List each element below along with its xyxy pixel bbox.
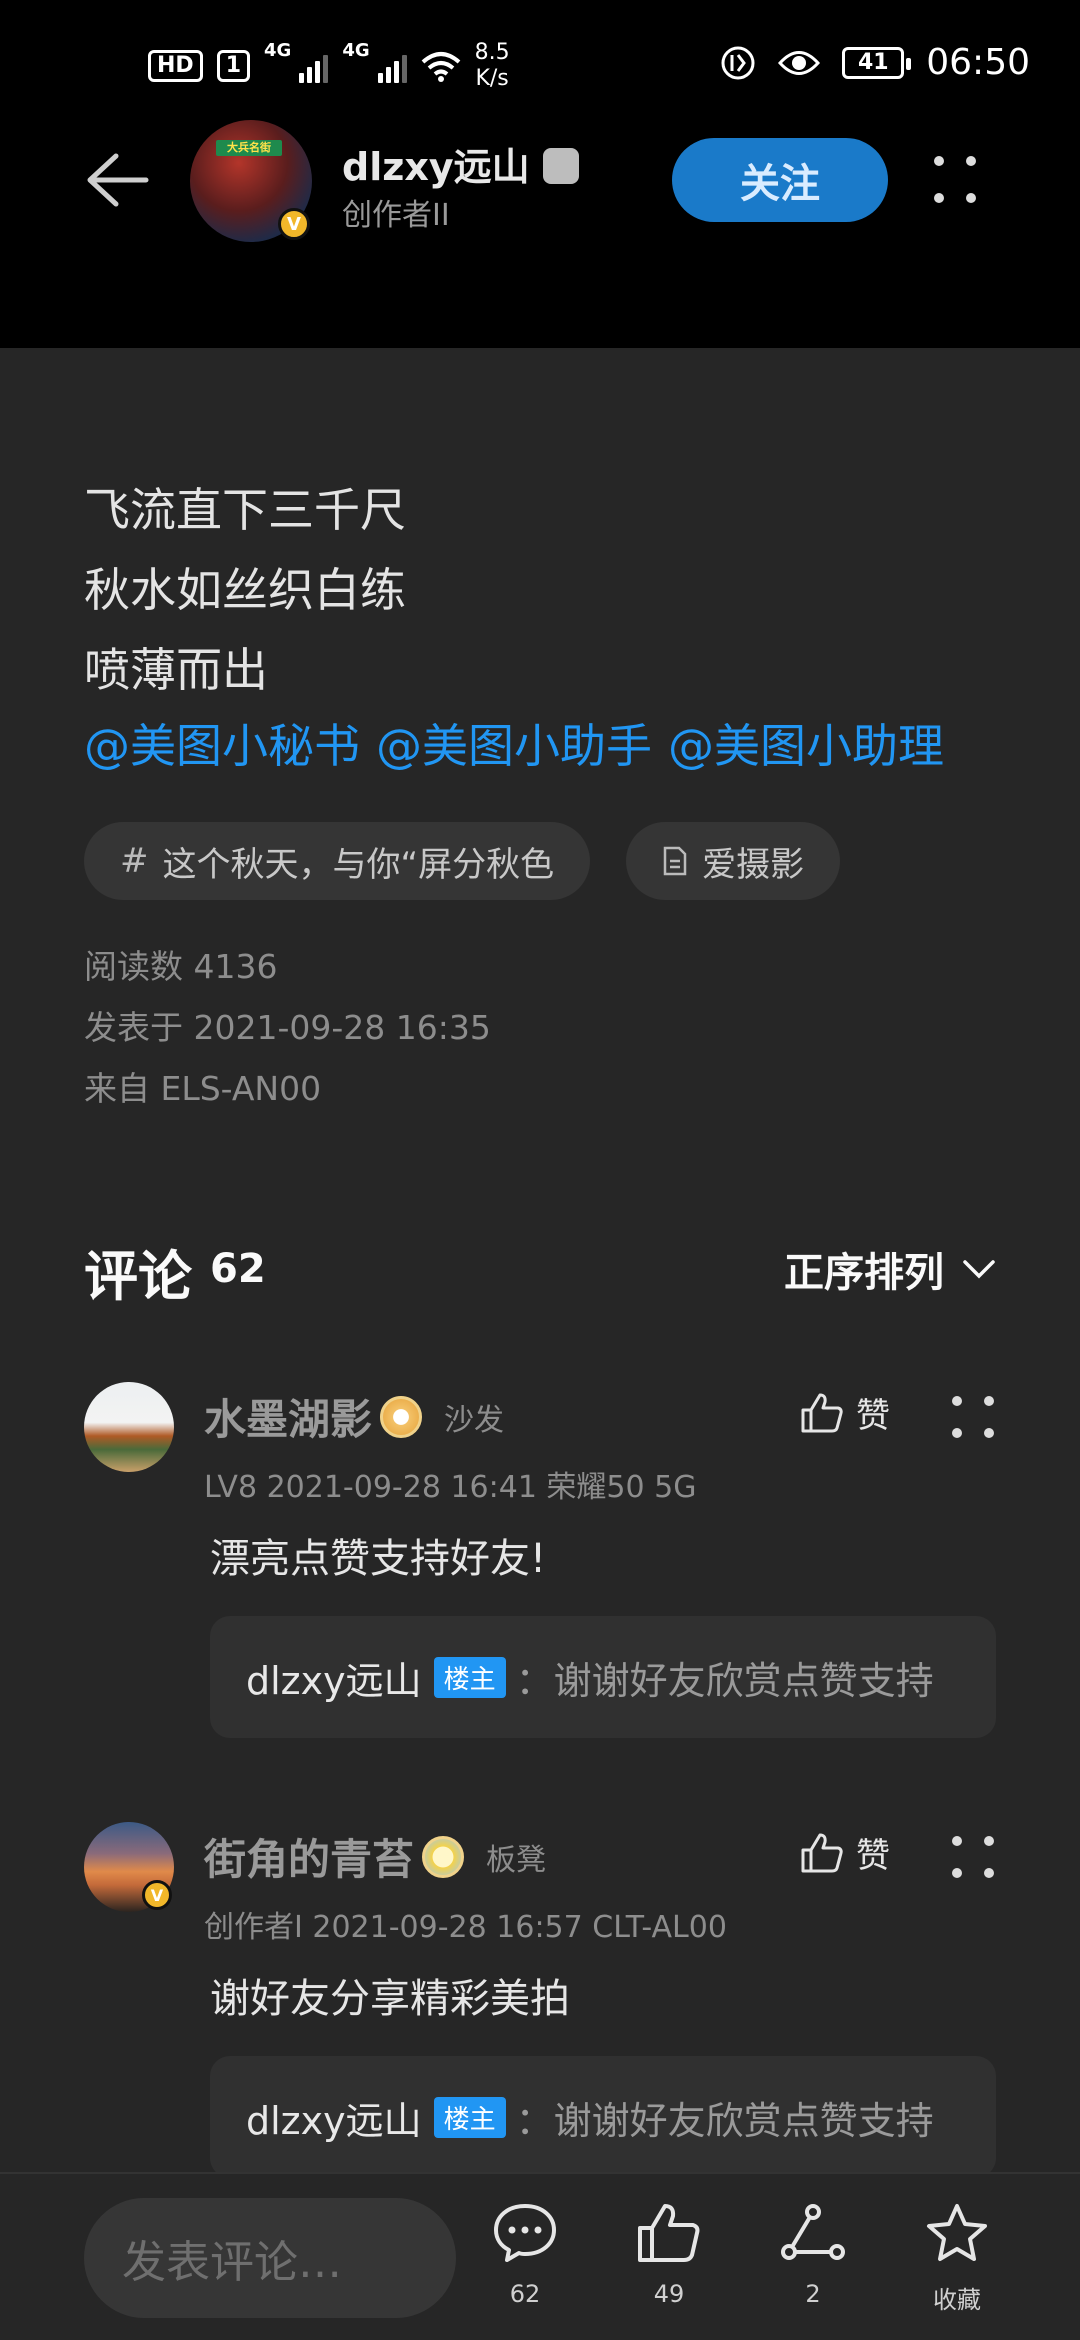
topic-tag-label: 这个秋天，与你“屏分秋色	[162, 844, 555, 885]
commenter-name[interactable]: 街角的青苔 板凳	[204, 1826, 546, 1887]
commenter-avatar[interactable]	[84, 1382, 174, 1472]
comment-meta: 创作者I 2021-09-28 16:57 CLT-AL00	[204, 1910, 727, 1945]
comments-count: 62	[210, 1246, 266, 1292]
train-icon	[542, 148, 579, 184]
author-name-text: dlzxy远山	[342, 145, 530, 189]
wifi-icon	[421, 52, 460, 82]
like-action[interactable]: 49	[614, 2202, 724, 2308]
reply-preview[interactable]: dlzxy远山 楼主 ：谢谢好友欣赏点赞支持	[210, 2056, 996, 2178]
comments-title: 评论	[84, 1245, 192, 1308]
author-name[interactable]: dlzxy远山	[342, 136, 579, 191]
comment-bubble-icon	[494, 2204, 556, 2262]
verified-badge-icon: V	[278, 208, 310, 240]
like-button[interactable]: 赞	[800, 1388, 890, 1437]
comment-meta: LV8 2021-09-28 16:41 荣耀50 5G	[204, 1470, 697, 1505]
comment-more-icon[interactable]	[952, 1396, 994, 1438]
mention-link[interactable]: @美图小助手	[376, 710, 652, 776]
like-label: 赞	[856, 1836, 890, 1876]
thumbs-up-icon	[801, 1833, 843, 1872]
post-time: 发表于 2021-09-28 16:35	[84, 1008, 491, 1047]
owner-tag: 楼主	[433, 1656, 506, 1698]
read-count: 阅读数 4136	[84, 947, 278, 986]
reply-author: dlzxy远山	[246, 2098, 422, 2143]
verified-badge-icon: V	[142, 1880, 172, 1910]
mentions: @美图小秘书 @美图小助手 @美图小助理	[84, 710, 944, 776]
hd-indicator: HD	[148, 50, 203, 82]
hashtag-icon: #	[120, 841, 149, 881]
speed-unit: K/s	[475, 66, 509, 91]
author-avatar[interactable]: 大兵名街 V	[190, 120, 312, 242]
floor-badge: 板凳	[486, 1842, 547, 1878]
follow-button[interactable]: 关注	[672, 138, 888, 222]
network-speed: 8.5 K/s	[475, 40, 510, 92]
favorite-action[interactable]: 收藏	[902, 2202, 1012, 2315]
comment-more-icon[interactable]	[952, 1836, 994, 1878]
commenter-name-text: 水墨湖影	[204, 1395, 373, 1444]
post-line: 飞流直下三千尺	[84, 483, 406, 537]
reply-text: ：谢谢好友欣赏点赞支持	[515, 2098, 934, 2143]
circle-tag-label: 爱摄影	[702, 844, 805, 885]
commenter-avatar[interactable]: V	[84, 1822, 174, 1912]
star-icon	[927, 2204, 987, 2261]
author-role: 创作者II	[342, 198, 450, 233]
bottom-action-bar: 发表评论… 62 49 2 收藏	[0, 2172, 1080, 2340]
comment-text: 谢好友分享精彩美拍	[210, 1976, 570, 2022]
medal-icon	[422, 1835, 465, 1878]
topic-tags: # 这个秋天，与你“屏分秋色 爱摄影	[84, 822, 841, 900]
share-icon	[781, 2204, 845, 2260]
post-header: 大兵名街 V dlzxy远山 创作者II 关注	[0, 120, 1080, 250]
floor-badge: 沙发	[444, 1402, 505, 1438]
topic-tag[interactable]: # 这个秋天，与你“屏分秋色	[84, 822, 591, 900]
like-button[interactable]: 赞	[800, 1828, 890, 1877]
top-header-area: HD 1 4G 4G 8.5 K/s 41 06:50 大兵名街 V dlzxy…	[0, 0, 1080, 348]
mention-link[interactable]: @美图小秘书	[84, 710, 360, 776]
comment-count: 62	[509, 2280, 541, 2308]
owner-tag: 楼主	[433, 2096, 506, 2138]
eye-comfort-icon	[778, 50, 821, 75]
share-count: 2	[805, 2280, 821, 2308]
sort-label: 正序排列	[784, 1250, 944, 1296]
comment-item: 水墨湖影 沙发 LV8 2021-09-28 16:41 荣耀50 5G 赞 漂…	[84, 1382, 996, 1742]
sort-dropdown[interactable]: 正序排列	[784, 1240, 996, 1298]
back-arrow-icon[interactable]	[82, 150, 152, 210]
thumbs-up-icon	[801, 1393, 843, 1432]
network-type-2: 4G	[342, 40, 370, 61]
reply-preview[interactable]: dlzxy远山 楼主 ：谢谢好友欣赏点赞支持	[210, 1616, 996, 1738]
commenter-name[interactable]: 水墨湖影 沙发	[204, 1386, 504, 1447]
post-meta: 阅读数 4136 发表于 2021-09-28 16:35 来自 ELS-AN0…	[84, 936, 491, 1119]
post-device: 来自 ELS-AN00	[84, 1069, 322, 1108]
comments-header: 评论 62 正序排列	[84, 1226, 996, 1308]
share-action[interactable]: 2	[758, 2202, 868, 2308]
signal-icon	[377, 49, 407, 83]
reply-author: dlzxy远山	[246, 1658, 422, 1703]
battery-indicator: 41	[842, 46, 912, 79]
data-saver-icon	[721, 46, 755, 79]
post-line: 秋水如丝织白练	[84, 563, 406, 617]
clock: 06:50	[926, 42, 1030, 83]
status-bar: HD 1 4G 4G 8.5 K/s 41 06:50	[0, 0, 1080, 120]
commenter-name-text: 街角的青苔	[204, 1835, 415, 1884]
chevron-down-icon	[963, 1260, 995, 1279]
like-label: 赞	[856, 1396, 890, 1436]
document-icon	[663, 846, 687, 876]
like-count: 49	[653, 2280, 685, 2308]
more-options-icon[interactable]	[934, 156, 986, 208]
comment-item: V 街角的青苔 板凳 创作者I 2021-09-28 16:57 CLT-AL0…	[84, 1822, 996, 2182]
speed-value: 8.5	[474, 40, 510, 65]
favorite-label: 收藏	[933, 2286, 981, 2314]
circle-tag[interactable]: 爱摄影	[626, 822, 841, 900]
thumbs-up-icon	[638, 2204, 700, 2262]
comment-input[interactable]: 发表评论…	[84, 2198, 456, 2318]
comment-action[interactable]: 62	[470, 2202, 580, 2308]
post-line: 喷薄而出	[84, 643, 268, 697]
signal-icon	[299, 49, 329, 83]
reply-text: ：谢谢好友欣赏点赞支持	[515, 1658, 934, 1703]
network-type-1: 4G	[264, 40, 292, 61]
sim-indicator: 1	[216, 50, 250, 82]
medal-icon	[380, 1395, 423, 1438]
avatar-sign-text: 大兵名街	[216, 140, 282, 156]
mention-link[interactable]: @美图小助理	[668, 710, 944, 776]
post-body: 飞流直下三千尺 秋水如丝织白练 喷薄而出	[84, 470, 406, 710]
comment-text: 漂亮点赞支持好友!	[210, 1536, 547, 1582]
